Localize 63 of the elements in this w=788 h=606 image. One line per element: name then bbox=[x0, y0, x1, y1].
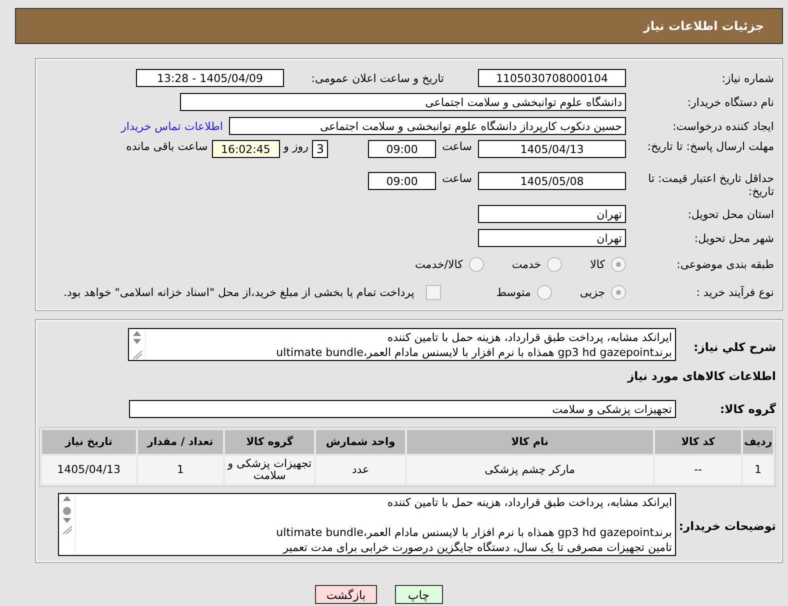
checkbox-label: پرداخت تمام یا بخشی از مبلغ خرید،از محل "اسناد خزانه اسلامی" خواهد بود. bbox=[64, 286, 414, 298]
table-cell: -- bbox=[654, 456, 742, 484]
field-label: نوع فرآیند خرید : bbox=[695, 286, 774, 298]
field-label: شهر محل تحویل: bbox=[693, 232, 774, 244]
deadline-date-field[interactable]: 1405/04/13 bbox=[478, 140, 626, 158]
field-label: استان محل تحویل: bbox=[686, 208, 774, 220]
requester-field[interactable]: حسین دنکوب کارپرداز دانشگاه علوم توانبخشی و سلامت اجتماعی bbox=[229, 117, 626, 135]
radio-button[interactable] bbox=[611, 284, 626, 300]
days-value: 3 bbox=[312, 140, 328, 158]
field-label: شماره نیاز: bbox=[720, 72, 774, 84]
radio-button[interactable] bbox=[536, 284, 552, 300]
table-cell: عدد bbox=[316, 456, 405, 484]
radio-label: خدمت bbox=[512, 258, 542, 270]
field-label: تاریخ و ساعت اعلان عمومی: bbox=[310, 72, 444, 84]
table-cell: 1 bbox=[138, 456, 223, 484]
radio-button[interactable] bbox=[547, 256, 562, 272]
checkbox[interactable] bbox=[426, 284, 442, 300]
time-label: ساعت bbox=[442, 140, 472, 153]
column-header: گروه کالا bbox=[224, 430, 314, 454]
goods-group-label: گروه کالا: bbox=[719, 402, 776, 416]
column-header: تعداد / مقدار bbox=[138, 430, 223, 454]
column-header: نام کالا bbox=[406, 430, 653, 454]
column-header: کد کالا bbox=[654, 430, 742, 454]
radio-label: کالا bbox=[590, 258, 605, 270]
field-label: نام دستگاه خریدار: bbox=[686, 96, 774, 108]
time-label: ساعت bbox=[442, 172, 472, 185]
field-label: مهلت ارسال پاسخ: تا تاریخ: bbox=[646, 140, 774, 153]
radio-label: متوسط bbox=[496, 286, 531, 298]
field-label: حداقل تاریخ اعتبار قیمت: تا تاریخ: bbox=[647, 172, 774, 198]
radio-button[interactable] bbox=[611, 256, 626, 272]
remaining-label: ساعت باقی مانده bbox=[126, 140, 208, 153]
description-textarea[interactable]: ایرانکد مشابه، پرداخت طبق قرارداد، هزینه حمل با تامین کننده برندgp3 hd gazepoint همذاه با نرم افزار با لایسنس مادام العمر،ultimate bundle bbox=[128, 328, 676, 361]
print-button[interactable]: چاپ bbox=[394, 585, 443, 604]
column-header: ردیف bbox=[743, 430, 773, 454]
back-button[interactable]: بازگشت bbox=[315, 585, 377, 604]
table-cell: 1 bbox=[743, 456, 773, 484]
section-title: اطلاعات کالاهای مورد نیاز bbox=[628, 369, 776, 383]
buyer-notes-textarea[interactable]: ایرانکد مشابه، پرداخت طبق قرارداد، هزینه حمل با تامین کننده برندgp3 hd gazepoint همذاه با نرم افزار با لایسنس مادام العمر،ultimate bundle تامین تجهیزات مصرفی تا یک سال، دستگاه جایگزین درصورت خرابی برای مدت تعمیر bbox=[58, 493, 676, 556]
days-label: روز و bbox=[284, 140, 308, 153]
column-header: واحد شمارش bbox=[316, 430, 405, 454]
city-field[interactable]: تهران bbox=[478, 229, 626, 247]
field-label: ایجاد کننده درخواست: bbox=[672, 120, 774, 132]
radio-button[interactable] bbox=[468, 256, 484, 272]
column-header: تاریخ نیاز bbox=[42, 430, 136, 454]
table-cell: مارکر چشم پزشکی bbox=[406, 456, 653, 484]
radio-label: کالا/خدمت bbox=[415, 258, 463, 270]
contact-link[interactable]: اطلاعات تماس خریدار bbox=[121, 120, 223, 132]
buyer-notes-label: توضیحات خریدار: bbox=[678, 519, 776, 533]
page-title: جزئیات اطلاعات نیاز bbox=[643, 19, 764, 33]
need-number-field[interactable]: 1105030708000104 bbox=[478, 69, 626, 87]
deadline-time-field[interactable]: 09:00 bbox=[368, 140, 436, 158]
table-cell: 1405/04/13 bbox=[42, 456, 136, 484]
goods-group-field[interactable]: تجهیزات پزشکی و سلامت bbox=[129, 400, 676, 418]
validity-time-field[interactable]: 09:00 bbox=[368, 172, 436, 190]
province-field[interactable]: تهران bbox=[478, 205, 626, 223]
radio-label: جزیی bbox=[580, 286, 605, 298]
validity-date-field[interactable]: 1405/05/08 bbox=[478, 172, 626, 190]
table-cell: تجهیزات پزشکی و سلامت bbox=[224, 456, 314, 484]
field-label: طبقه بندی موضوعی: bbox=[676, 258, 774, 270]
remaining-time-field[interactable]: 16:02:45 bbox=[212, 140, 280, 158]
description-label: شرح کلي نياز: bbox=[692, 340, 776, 354]
buyer-org-field[interactable]: دانشگاه علوم توانبخشی و سلامت اجتماعی bbox=[180, 93, 626, 111]
announce-date-field[interactable]: 1405/04/09 - 13:28 bbox=[136, 69, 284, 87]
